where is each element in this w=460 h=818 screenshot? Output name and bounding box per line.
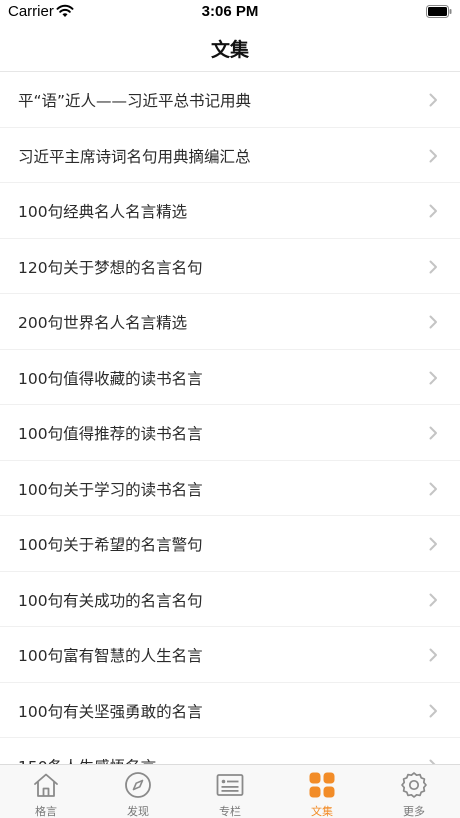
article-list[interactable]: 平“语”近人——习近平总书记用典 习近平主席诗词名句用典摘编汇总 100句经典名… <box>0 72 460 764</box>
compass-icon <box>125 772 151 798</box>
list-item[interactable]: 100句有关成功的名言名句 <box>0 572 460 627</box>
clock: 3:06 PM <box>201 3 259 20</box>
list-item-label: 150条人生感悟名言 <box>18 755 156 764</box>
grid-icon <box>309 772 335 798</box>
tab-bar: 格言 发现 专栏 文集 更多 <box>0 764 460 818</box>
tab-more[interactable]: 更多 <box>368 765 460 818</box>
chevron-right-icon <box>429 204 437 218</box>
chevron-right-icon <box>429 371 437 384</box>
list-item[interactable]: 200句世界名人名言精选 <box>0 294 460 350</box>
chevron-right-icon <box>429 537 437 551</box>
battery-icon <box>426 5 452 18</box>
chevron-right-icon <box>429 93 437 107</box>
chevron-right-icon <box>429 648 437 662</box>
navigation-bar: 文集 <box>0 24 460 72</box>
tab-quotes[interactable]: 格言 <box>0 765 92 818</box>
page-title: 文集 <box>210 39 249 61</box>
list-item-label: 100句值得推荐的读书名言 <box>18 425 203 443</box>
list-item-label: 习近平主席诗词名句用典摘编汇总 <box>18 147 251 166</box>
tab-label: 专栏 <box>219 805 241 818</box>
tab-label: 格言 <box>35 805 57 818</box>
list-item-label: 100句有关坚强勇敢的名言 <box>18 702 203 721</box>
status-bar: Carrier 3:06 PM <box>0 0 460 24</box>
list-item-label: 平“语”近人——习近平总书记用典 <box>18 92 252 110</box>
home-icon <box>34 773 58 797</box>
tab-label: 更多 <box>403 805 425 818</box>
list-item[interactable]: 100句关于学习的读书名言 <box>0 461 460 516</box>
chevron-right-icon <box>429 482 437 495</box>
list-item[interactable]: 习近平主席诗词名句用典摘编汇总 <box>0 128 460 183</box>
tab-collections[interactable]: 文集 <box>276 765 368 818</box>
gear-icon <box>401 772 427 798</box>
chevron-right-icon <box>429 315 437 329</box>
list-item[interactable]: 100句有关坚强勇敢的名言 <box>0 683 460 738</box>
list-item-label: 100句有关成功的名言名句 <box>18 591 203 610</box>
tab-discover[interactable]: 发现 <box>92 765 184 818</box>
list-item[interactable]: 120句关于梦想的名言名句 <box>0 239 460 294</box>
chevron-right-icon <box>429 426 437 440</box>
tab-columns[interactable]: 专栏 <box>184 765 276 818</box>
chevron-right-icon <box>429 704 437 717</box>
list-item-label: 100句关于希望的名言警句 <box>18 536 203 554</box>
list-item-label: 100句经典名人名言精选 <box>18 203 188 221</box>
chevron-right-icon <box>429 260 437 273</box>
tab-label: 文集 <box>311 805 333 818</box>
list-item[interactable]: 100句富有智慧的人生名言 <box>0 627 460 683</box>
list-item[interactable]: 100句值得收藏的读书名言 <box>0 350 460 405</box>
list-item-label: 100句值得收藏的读书名言 <box>18 369 203 388</box>
list-item-label: 100句富有智慧的人生名言 <box>18 647 203 665</box>
column-card-icon <box>216 774 244 796</box>
list-item-label: 200句世界名人名言精选 <box>18 314 188 332</box>
list-item[interactable]: 平“语”近人——习近平总书记用典 <box>0 72 460 128</box>
list-item[interactable]: 100句经典名人名言精选 <box>0 183 460 239</box>
tab-label: 发现 <box>127 805 149 818</box>
list-item[interactable]: 100句值得推荐的读书名言 <box>0 405 460 461</box>
list-item-label: 120句关于梦想的名言名句 <box>18 258 203 277</box>
list-item-label: 100句关于学习的读书名言 <box>18 480 203 499</box>
chevron-right-icon <box>429 149 437 162</box>
chevron-right-icon <box>429 593 437 606</box>
list-item[interactable]: 150条人生感悟名言 <box>0 738 460 764</box>
list-item[interactable]: 100句关于希望的名言警句 <box>0 516 460 572</box>
screen: Carrier 3:06 PM 文集 平“语”近人——习近平总书记用典 习近平主… <box>0 0 460 818</box>
